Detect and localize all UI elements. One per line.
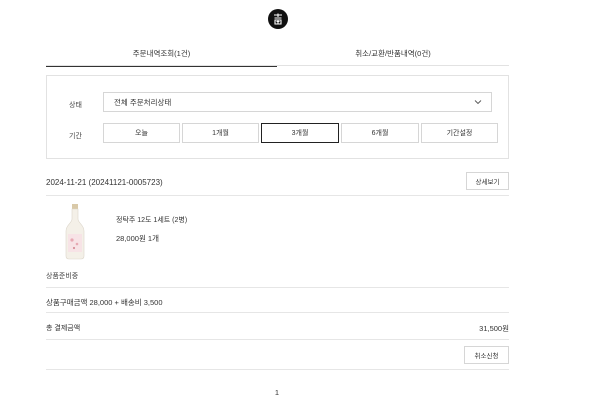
status-select-value: 전체 주문처리상태 <box>114 97 172 107</box>
divider <box>46 312 509 313</box>
period-button-1month[interactable]: 1개월 <box>182 123 259 143</box>
divider <box>46 339 509 340</box>
period-button-3months[interactable]: 3개월 <box>261 123 339 143</box>
product-price-quantity: 28,000원 1개 <box>116 234 159 243</box>
tab-cancel-return[interactable]: 취소/교환/반품내역(0건) <box>277 40 509 66</box>
order-detail-button[interactable]: 상세보기 <box>466 172 509 190</box>
status-select[interactable]: 전체 주문처리상태 <box>103 92 492 112</box>
tab-order-history[interactable]: 주문내역조회(1건) <box>46 40 277 67</box>
product-bottle-image[interactable] <box>62 204 88 260</box>
period-button-today[interactable]: 오늘 <box>103 123 180 143</box>
order-date-id: 2024-11-21 (20241121-0005723) <box>46 178 163 187</box>
cancel-request-button[interactable]: 취소신청 <box>464 346 509 364</box>
status-filter-label: 상태 <box>69 102 82 109</box>
chevron-down-icon <box>474 100 482 105</box>
divider <box>46 287 509 288</box>
order-filter-panel: 상태 전체 주문처리상태 기간 오늘 1개월 3개월 6개월 기간설정 <box>46 75 509 159</box>
period-button-custom[interactable]: 기간설정 <box>421 123 498 143</box>
order-tabs: 주문내역조회(1건) 취소/교환/반품내역(0건) <box>46 40 509 67</box>
order-status: 상품준비중 <box>46 273 79 280</box>
divider <box>46 369 509 370</box>
period-filter-label: 기간 <box>69 133 82 140</box>
brand-seal-icon <box>274 13 282 25</box>
order-amount-summary: 상품구매금액 28,000 + 배송비 3,500 <box>46 298 163 307</box>
period-button-6months[interactable]: 6개월 <box>341 123 419 143</box>
product-name[interactable]: 정탁주 12도 1세트 (2병) <box>116 215 187 225</box>
total-payment-label: 총 결제금액 <box>46 325 81 332</box>
brand-logo[interactable] <box>268 9 288 29</box>
divider <box>46 195 509 196</box>
total-payment-value: 31,500원 <box>479 324 509 333</box>
pagination-current-page[interactable]: 1 <box>272 388 282 397</box>
